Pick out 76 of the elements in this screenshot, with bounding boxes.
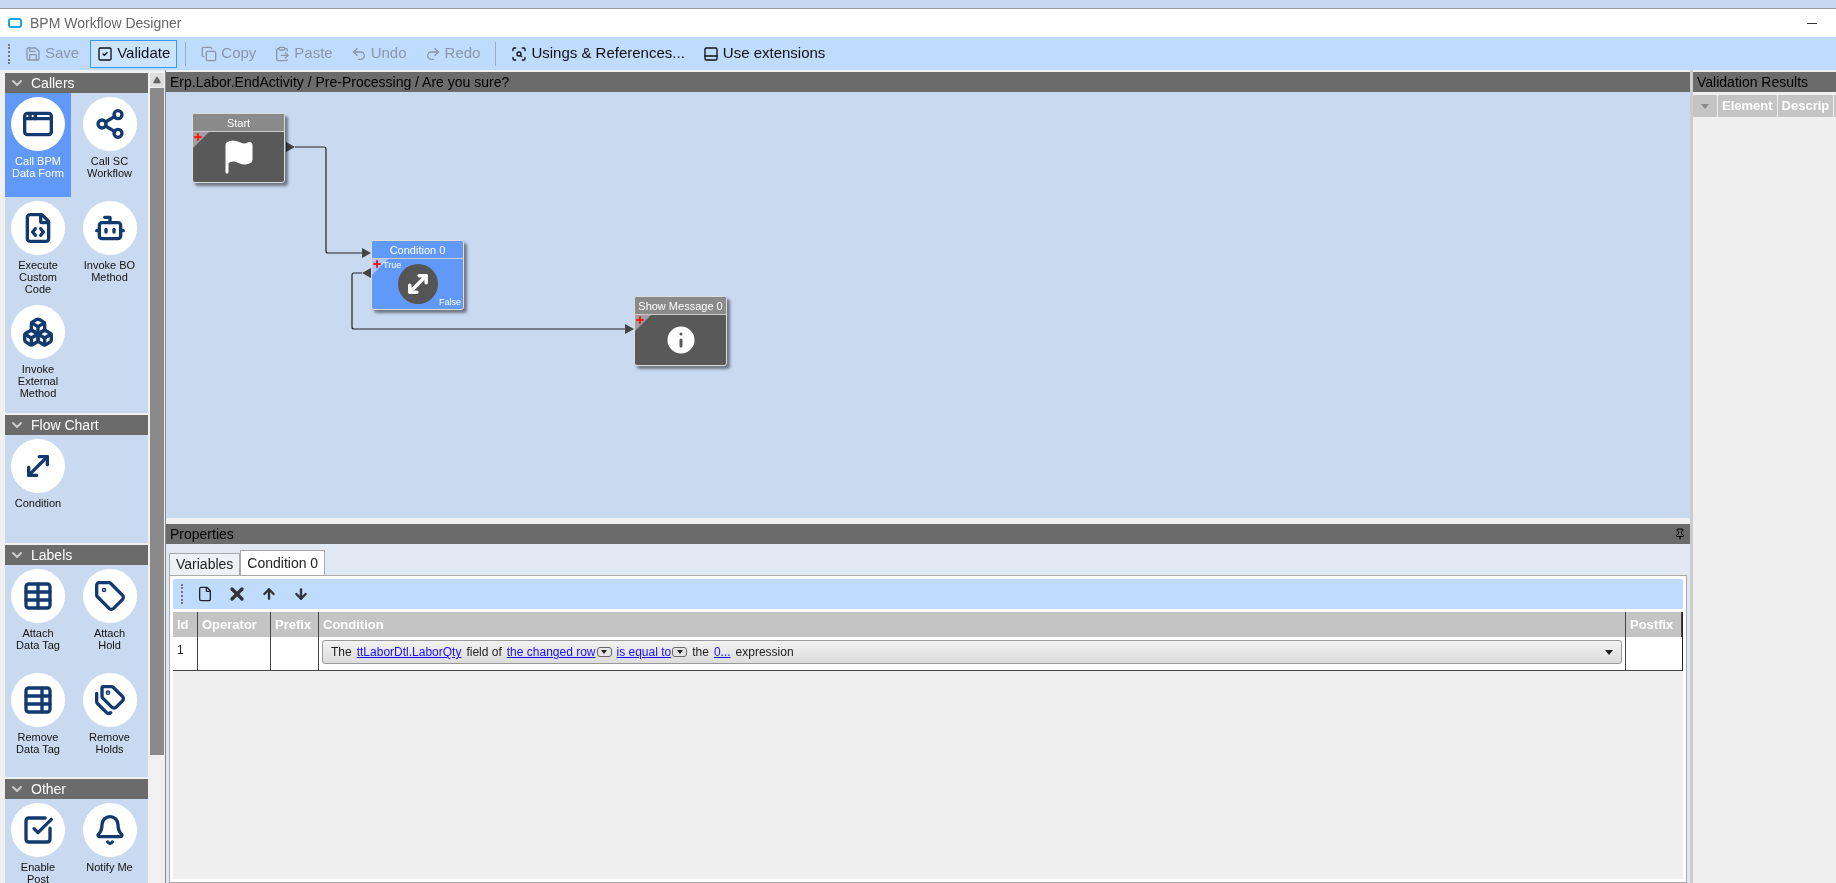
palette-group-header[interactable]: Flow Chart [5, 415, 148, 435]
condition-link[interactable]: is equal to [616, 643, 672, 661]
palette-item[interactable]: Call SC Workflow [76, 93, 143, 197]
filter-arrow-icon[interactable] [1701, 103, 1709, 109]
checkbox-icon [11, 803, 65, 857]
copy-icon [201, 45, 218, 62]
group-title: Labels [31, 545, 73, 565]
condition-text: field of [466, 644, 502, 661]
table-icon [11, 673, 65, 727]
window-title: BPM Workflow Designer [30, 13, 182, 33]
new-file-icon [197, 586, 213, 602]
column-header: Id [173, 612, 198, 637]
toolbar-button[interactable]: Validate [90, 39, 178, 68]
panel-icon [702, 45, 719, 62]
column-header: Descrip [1777, 95, 1835, 117]
properties-tab[interactable]: Variables [169, 553, 241, 575]
delete-icon [227, 584, 247, 604]
column-header: Element [1718, 95, 1778, 117]
app-icon [8, 18, 22, 28]
palette-item[interactable]: Invoke External Method [5, 301, 71, 405]
scrollbar-thumb[interactable] [149, 88, 164, 755]
breadcrumb: Erp.Labor.EndActivity / Pre-Processing / Are you sure? [166, 72, 1690, 92]
palette-item[interactable]: Enable Post [5, 799, 71, 883]
palette-item[interactable]: Attach Data Tag [5, 565, 71, 669]
dropdown-arrow-icon [1605, 649, 1613, 655]
bell-icon [82, 803, 137, 857]
tag-icon [82, 569, 137, 623]
group-title: Callers [31, 73, 75, 93]
panel-title: Validation Results [1693, 72, 1836, 92]
condition-text: expression [735, 644, 794, 661]
palette-item[interactable]: Attach Hold [76, 565, 143, 669]
false-port-label: False [439, 295, 461, 309]
properties-tab[interactable]: Condition 0 [240, 550, 326, 575]
true-port-label: True [383, 259, 402, 272]
redo-icon [424, 45, 441, 62]
scroll-up-icon [152, 76, 161, 84]
palette-group-header[interactable]: Callers [5, 73, 148, 93]
column-header: Operator [198, 612, 271, 637]
palette-item[interactable]: Invoke BO Method [76, 197, 143, 301]
tags-icon [82, 673, 137, 727]
diagonal-arrows-icon [11, 439, 65, 493]
group-title: Flow Chart [31, 415, 99, 435]
toolbar-button[interactable]: Use extensions [695, 39, 833, 68]
dropdown-icon[interactable] [672, 647, 688, 657]
condition-combo[interactable]: The ttLaborDtl.LaborQty field of the changed row is equal to the 0... expression [322, 640, 1622, 664]
condition-link[interactable]: the changed row [506, 643, 596, 661]
palette-item[interactable]: Remove Data Tag [5, 669, 71, 773]
checkbox-icon [97, 45, 114, 62]
table-icon [11, 569, 65, 623]
save-icon [25, 45, 41, 62]
column-header: Prefix [271, 612, 319, 637]
toolbar-button[interactable]: Usings & References... [504, 39, 692, 68]
code-file-icon [11, 201, 65, 255]
scan-icon [511, 45, 528, 62]
column-header: Postfix [1626, 612, 1682, 637]
undo-icon [350, 45, 367, 62]
panel-title: Properties [170, 524, 235, 544]
clipboard-icon [274, 45, 291, 62]
condition-text: The [331, 644, 352, 661]
condition-text: the [692, 644, 709, 661]
robot-icon [82, 201, 137, 255]
pin-icon[interactable] [1674, 528, 1686, 540]
palette-item[interactable]: Notify Me [76, 799, 143, 883]
column-header: Condition [319, 612, 1626, 637]
palette-group-header[interactable]: Other [5, 779, 148, 799]
window-icon [11, 97, 65, 151]
delete-button[interactable] [227, 584, 247, 604]
condition-link[interactable]: ttLaborDtl.LaborQty [356, 643, 462, 661]
network-icon [82, 97, 137, 151]
palette-group-header[interactable]: Labels [5, 545, 148, 565]
palette-item[interactable]: Execute Custom Code [5, 197, 71, 301]
palette-item[interactable]: Remove Holds [76, 669, 143, 773]
dropdown-icon[interactable] [596, 647, 612, 657]
condition-link[interactable]: 0... [713, 643, 731, 661]
group-title: Other [31, 779, 66, 799]
boxes-icon [11, 305, 65, 359]
